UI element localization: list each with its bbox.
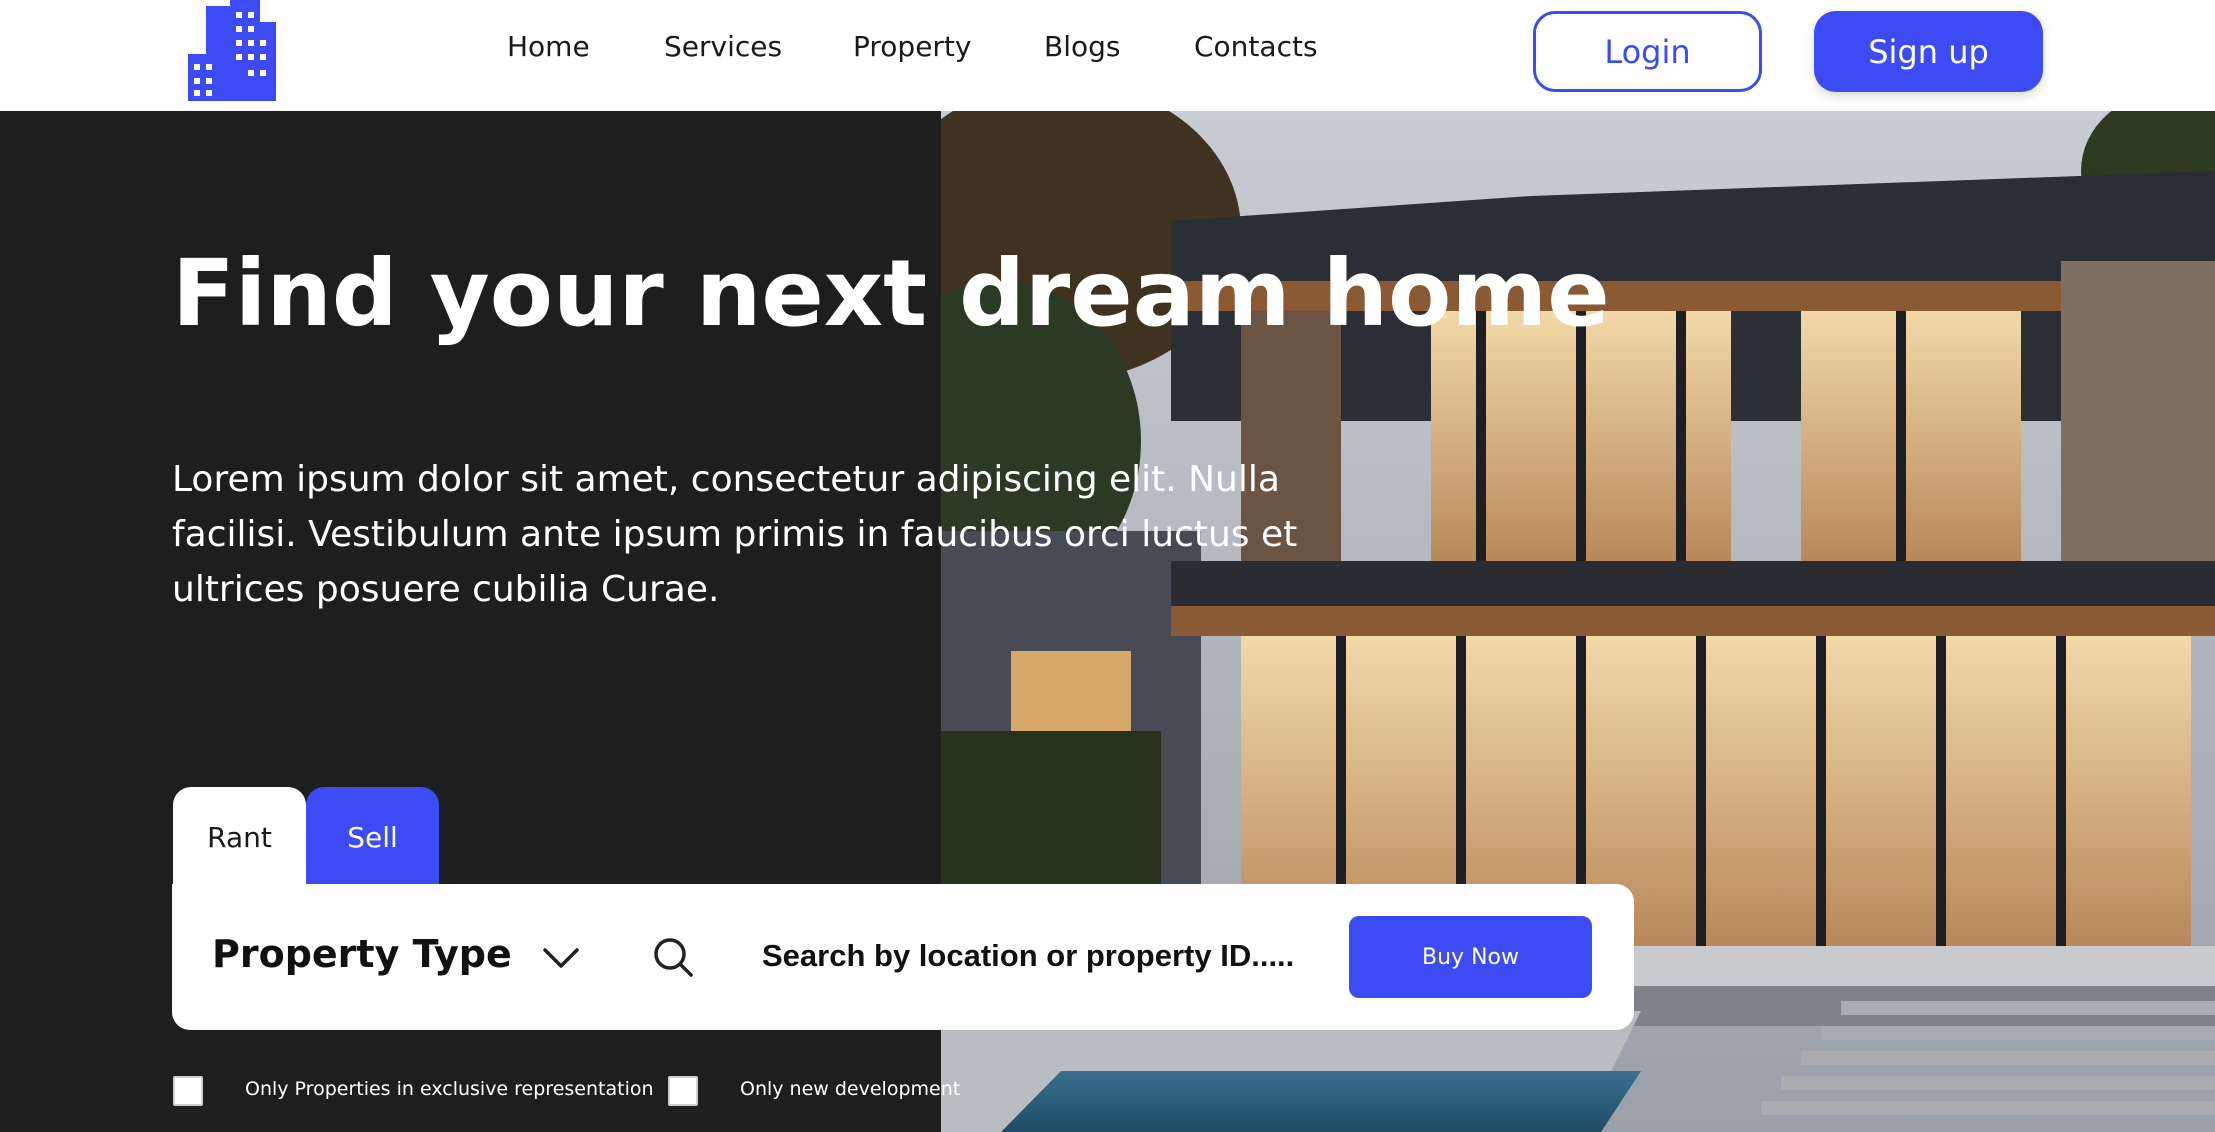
exclusive-representation-checkbox[interactable] bbox=[173, 1076, 203, 1106]
nav-blogs[interactable]: Blogs bbox=[1044, 30, 1120, 63]
exclusive-representation-label: Only Properties in exclusive representat… bbox=[245, 1078, 654, 1100]
tab-rant[interactable]: Rant bbox=[173, 787, 306, 887]
signup-button[interactable]: Sign up bbox=[1814, 11, 2043, 92]
chevron-down-icon[interactable] bbox=[540, 936, 582, 978]
tab-sell[interactable]: Sell bbox=[306, 787, 439, 887]
property-type-dropdown[interactable]: Property Type bbox=[212, 932, 512, 976]
nav-home[interactable]: Home bbox=[507, 30, 590, 63]
hero-description: Lorem ipsum dolor sit amet, consectetur … bbox=[172, 459, 1298, 610]
new-development-checkbox[interactable] bbox=[668, 1076, 698, 1106]
search-input[interactable] bbox=[762, 926, 1322, 986]
hero-title: Find your next dream home bbox=[172, 240, 1610, 347]
new-development-label: Only new development bbox=[740, 1078, 961, 1100]
search-icon[interactable] bbox=[652, 936, 694, 978]
site-header: Home Services Property Blogs Contacts Lo… bbox=[0, 0, 2215, 111]
nav-services[interactable]: Services bbox=[664, 30, 782, 63]
login-button[interactable]: Login bbox=[1533, 11, 1762, 92]
buy-now-button[interactable]: Buy Now bbox=[1349, 916, 1592, 998]
nav-contacts[interactable]: Contacts bbox=[1194, 30, 1318, 63]
nav-property[interactable]: Property bbox=[853, 30, 971, 63]
property-search-bar: Property Type Buy Now bbox=[172, 884, 1634, 1030]
building-icon[interactable] bbox=[188, 0, 278, 101]
